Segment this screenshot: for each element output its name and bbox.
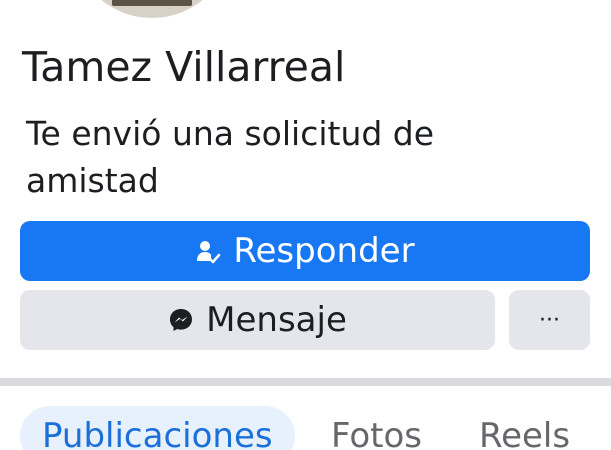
respond-button[interactable]: Responder xyxy=(20,221,590,281)
friend-request-icon xyxy=(195,238,221,264)
avatar-border xyxy=(66,0,238,24)
tab-publicaciones[interactable]: Publicaciones xyxy=(20,406,295,450)
friend-request-status: Te envió una solicitud de amistad xyxy=(26,114,435,200)
messenger-icon xyxy=(168,307,194,333)
message-button[interactable]: Mensaje xyxy=(20,290,495,350)
message-button-label: Mensaje xyxy=(206,300,347,340)
more-options-button[interactable]: ··· xyxy=(509,290,590,350)
tab-fotos[interactable]: Fotos xyxy=(331,406,422,450)
tab-reels[interactable]: Reels xyxy=(479,406,570,450)
respond-button-label: Responder xyxy=(233,231,415,271)
section-divider xyxy=(0,378,611,386)
more-options-icon: ··· xyxy=(539,307,560,333)
profile-name: Tamez Villarreal xyxy=(22,43,346,91)
